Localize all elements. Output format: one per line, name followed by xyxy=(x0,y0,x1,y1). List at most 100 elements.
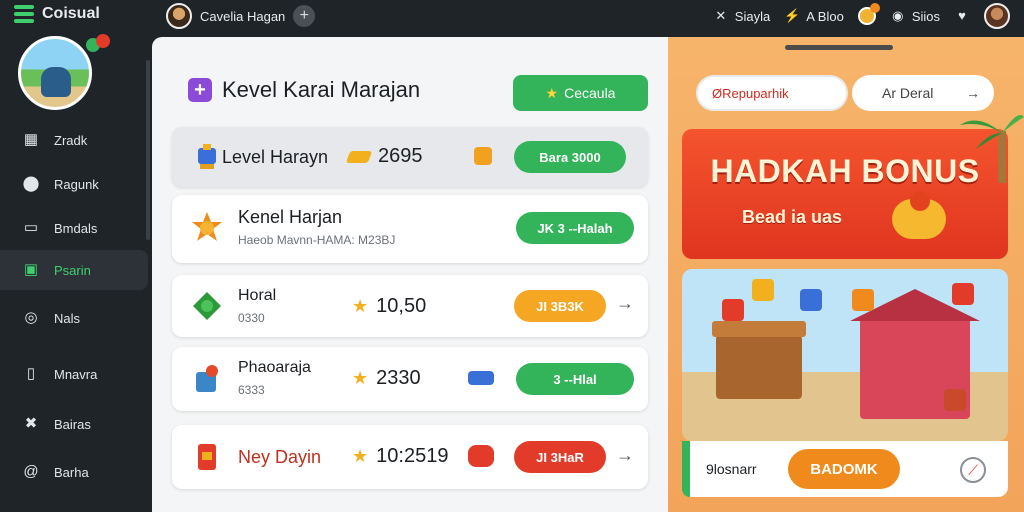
gift-icon xyxy=(800,289,822,311)
list-item[interactable]: Level Harayn 2695 Bara 3000 xyxy=(172,127,648,187)
top-item-label: A Bloo xyxy=(806,8,844,24)
row-sub: Haeob Mavnn-HAMA: M23BJ xyxy=(238,233,396,247)
badge-icon xyxy=(468,445,494,467)
square-icon: ▣ xyxy=(23,261,39,278)
chevron-right-icon[interactable]: → xyxy=(616,445,634,466)
drag-handle[interactable] xyxy=(785,45,893,50)
row-score: 2695 xyxy=(345,145,423,168)
promo-tab-left[interactable]: ØRepuparhik xyxy=(696,75,848,111)
user-avatar[interactable] xyxy=(166,3,192,29)
list-item[interactable]: Horal 0330 ★ 10,50 JI 3B3K → xyxy=(172,275,648,337)
star-icon: ★ xyxy=(352,446,369,466)
row-score-value: 2330 xyxy=(376,367,421,389)
gift-icon xyxy=(952,283,974,305)
top-item-label: Siayla xyxy=(734,8,771,24)
row-score-value: 10:2519 xyxy=(376,445,449,467)
star-icon: ★ xyxy=(352,368,369,388)
add-icon[interactable]: + xyxy=(293,5,316,27)
sidebar-item-nals[interactable]: ◎ Nals xyxy=(0,298,148,338)
row-action-button[interactable]: JK 3 --Halah xyxy=(516,212,634,244)
top-item-bloo[interactable]: ⚡ A Bloo xyxy=(784,8,844,24)
footer-label: 9losnarr xyxy=(706,461,757,477)
compass-icon[interactable]: ⟋ xyxy=(960,457,986,483)
add-level-icon[interactable]: + xyxy=(188,78,212,102)
row-score-value: 10,50 xyxy=(376,295,427,317)
top-item-heart[interactable]: ♥ xyxy=(954,8,970,24)
profile-avatar[interactable] xyxy=(984,3,1010,29)
row-name: Horal xyxy=(238,287,277,304)
grid-icon: ▦ xyxy=(23,131,39,148)
ticket-icon xyxy=(468,371,494,385)
globe-icon: ◉ xyxy=(892,8,904,23)
row-sub: 6333 xyxy=(238,383,265,397)
coin-icon xyxy=(857,3,880,25)
promo-panel: ØRepuparhik Ar Deral → HADKAH BONUS Bead… xyxy=(668,37,1024,512)
sidebar-item-label: Bmdals xyxy=(54,220,98,236)
gift-icon xyxy=(752,279,774,301)
row-name: Kenel Harjan xyxy=(238,207,343,227)
list-item[interactable]: Ney Dayin ★ 10:2519 JI 3HaR → xyxy=(172,425,648,489)
top-item-siios[interactable]: ◉ Siios xyxy=(890,8,940,24)
sidebar-item-psarin[interactable]: ▣ Psarin xyxy=(0,250,148,290)
sidebar-item-barha[interactable]: @ Barha xyxy=(0,452,148,492)
brand[interactable]: Coisual xyxy=(14,5,100,23)
star-icon: ★ xyxy=(352,296,369,316)
star-icon: ★ xyxy=(545,84,559,101)
top-item-label: Siios xyxy=(911,8,940,24)
row-score: ★ 10,50 xyxy=(352,295,426,318)
main-panel: + Kevel Karai Marajan ★ Cecaula Level Ha… xyxy=(152,37,668,512)
row-action-button[interactable]: JI 3HaR xyxy=(514,441,606,473)
sidebar-item-mnavra[interactable]: ▯ Mnavra xyxy=(0,354,148,394)
sidebar-item-label: Bairas xyxy=(54,416,91,432)
bolt-icon: ⚡ xyxy=(784,8,801,23)
sun-icon xyxy=(190,211,224,245)
row-action-button[interactable]: Bara 3000 xyxy=(514,141,626,173)
promo-tab-right-label: Ar Deral xyxy=(882,85,934,101)
gem-icon xyxy=(190,289,224,323)
top-action-button[interactable]: ★ Cecaula xyxy=(513,75,648,111)
top-item-siayla[interactable]: ✕ Siayla xyxy=(713,8,770,24)
sidebar-avatar[interactable] xyxy=(18,36,92,110)
promo-footer: 9losnarr BADOMK ⟋ xyxy=(682,441,1008,497)
top-action-label: Cecaula xyxy=(564,85,616,101)
sidebar-item-ragunk[interactable]: ⬤ Ragunk xyxy=(0,164,148,204)
claim-button[interactable]: BADOMK xyxy=(788,449,900,489)
user-name: Cavelia Hagan xyxy=(200,8,286,24)
row-name: Level Harayn xyxy=(222,147,329,167)
lantern-icon xyxy=(190,440,224,474)
doc-icon: ▯ xyxy=(26,365,36,382)
footer-accent xyxy=(682,441,690,497)
palm-tree-icon xyxy=(960,115,1024,183)
sidebar-item-bmdals[interactable]: ▭ Bmdals xyxy=(0,208,148,248)
list-item[interactable]: Kenel Harjan Haeob Mavnn-HAMA: M23BJ JK … xyxy=(172,195,648,263)
target-icon: ◎ xyxy=(24,309,38,326)
row-action-button[interactable]: JI 3B3K xyxy=(514,290,606,322)
trophy-icon xyxy=(190,140,224,174)
user-chip[interactable]: Cavelia Hagan + xyxy=(166,3,316,29)
gift-icon xyxy=(722,299,744,321)
row-name: Phaoaraja xyxy=(238,359,311,376)
rewards-scene[interactable] xyxy=(682,269,1008,441)
brand-name: Coisual xyxy=(42,5,100,22)
sidebar: ▦ Zradk ⬤ Ragunk ▭ Bmdals ▣ Psarin ◎ Nal… xyxy=(0,32,152,512)
brand-logo-icon xyxy=(14,5,34,23)
top-item-coins[interactable] xyxy=(857,3,880,25)
top-bar: Coisual Cavelia Hagan + ✕ Siayla ⚡ A Blo… xyxy=(0,0,1024,32)
pin-icon: ⬤ xyxy=(22,175,40,192)
sidebar-item-zradk[interactable]: ▦ Zradk xyxy=(0,120,148,160)
top-right-actions: ✕ Siayla ⚡ A Bloo ◉ Siios ♥ xyxy=(713,3,1010,29)
card-icon: ▭ xyxy=(23,219,39,236)
gift-icon xyxy=(852,289,874,311)
sidebar-item-label: Ragunk xyxy=(54,176,99,192)
chevron-right-icon[interactable]: → xyxy=(616,293,634,314)
sidebar-item-label: Mnavra xyxy=(54,366,98,382)
main-header: + Kevel Karai Marajan xyxy=(188,77,420,103)
page-title: Kevel Karai Marajan xyxy=(222,77,421,102)
tool-icon xyxy=(190,362,224,396)
mascot-icon xyxy=(892,191,946,239)
row-action-button[interactable]: 3 --Hlal xyxy=(516,363,634,395)
list-item[interactable]: Phaoaraja 6333 ★ 2330 3 --Hlal xyxy=(172,347,648,411)
sidebar-item-bairas[interactable]: ✖ Bairas xyxy=(0,404,148,444)
row-score-value: 2695 xyxy=(378,145,423,167)
sidebar-item-label: Barha xyxy=(54,464,89,480)
